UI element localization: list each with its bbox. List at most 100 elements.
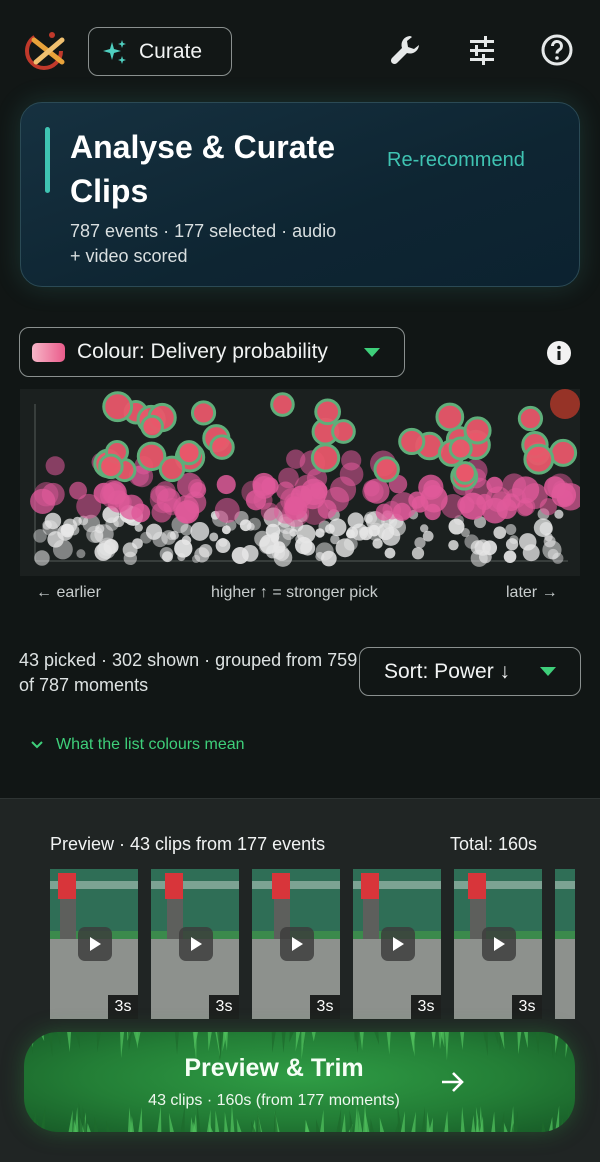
moment-dot[interactable] [162, 551, 173, 563]
picked-dot[interactable] [453, 461, 477, 485]
picked-dot[interactable] [331, 419, 356, 444]
moment-dot[interactable] [239, 519, 252, 532]
clip-thumbnail[interactable]: 3s [50, 869, 138, 1019]
picked-dot[interactable] [373, 456, 400, 483]
moment-dot[interactable] [34, 482, 59, 507]
help-icon[interactable] [537, 30, 577, 70]
play-icon[interactable] [179, 927, 213, 961]
moment-dot[interactable] [420, 524, 429, 533]
moment-scatter-plot[interactable] [20, 389, 580, 576]
moment-dot[interactable] [503, 550, 517, 563]
picked-dot[interactable] [190, 400, 217, 426]
clip-thumbnail[interactable]: 3s [151, 869, 239, 1019]
moment-dot[interactable] [173, 495, 199, 522]
moment-dot[interactable] [34, 550, 50, 566]
moment-dot[interactable] [177, 552, 186, 562]
moment-dot[interactable] [152, 531, 168, 548]
preview-trim-button[interactable]: Preview & Trim 43 clips · 160s (from 177… [24, 1032, 575, 1132]
moment-dot[interactable] [556, 489, 574, 506]
re-recommend-button[interactable]: Re-recommend [387, 149, 525, 172]
clip-thumbnail[interactable] [555, 869, 575, 1019]
picked-dot[interactable] [310, 443, 341, 473]
moment-dot[interactable] [347, 512, 364, 529]
sort-dropdown[interactable]: Sort: Power ↓ [359, 647, 581, 696]
moment-dot[interactable] [191, 554, 201, 564]
moment-dot[interactable] [216, 474, 236, 495]
play-icon[interactable] [78, 927, 112, 961]
moment-dot[interactable] [478, 550, 492, 564]
picked-dot[interactable] [523, 443, 555, 475]
clip-thumbnail[interactable]: 3s [252, 869, 340, 1019]
moment-dot[interactable] [335, 538, 355, 558]
moment-dot[interactable] [390, 492, 418, 520]
picked-dot[interactable] [435, 402, 465, 432]
moment-dot[interactable] [448, 518, 465, 535]
moment-dot[interactable] [505, 538, 519, 551]
moment-dot[interactable] [214, 497, 240, 523]
picked-dot[interactable] [463, 416, 492, 445]
moment-dot[interactable] [122, 542, 138, 558]
moment-dot[interactable] [512, 476, 540, 504]
sliders-icon[interactable] [462, 30, 502, 70]
moment-dot[interactable] [167, 531, 176, 541]
moment-dot[interactable] [505, 524, 517, 535]
moment-dot[interactable] [328, 518, 347, 537]
moment-dot[interactable] [384, 547, 396, 559]
list-colours-toggle[interactable]: What the list colours mean [30, 736, 245, 754]
moment-dot[interactable] [315, 551, 325, 561]
moment-dot[interactable] [198, 544, 213, 558]
moment-dot[interactable] [418, 474, 444, 500]
moment-dot[interactable] [372, 538, 383, 549]
moment-dot[interactable] [282, 527, 295, 541]
picked-dot[interactable] [549, 438, 578, 467]
picked-dot[interactable] [448, 436, 473, 461]
moment-dot[interactable] [52, 539, 73, 560]
clip-thumbnail[interactable]: 3s [454, 869, 542, 1019]
picked-dot[interactable] [98, 453, 124, 480]
moment-dot[interactable] [100, 482, 126, 509]
moment-dot[interactable] [339, 462, 364, 487]
moment-dot[interactable] [533, 518, 553, 537]
curate-button[interactable]: Curate [88, 27, 232, 76]
wrench-icon[interactable] [386, 30, 426, 70]
moment-dot[interactable] [245, 489, 267, 511]
moment-dot[interactable] [190, 482, 207, 499]
moment-dot[interactable] [190, 521, 210, 541]
moment-dot[interactable] [448, 539, 459, 551]
info-icon[interactable] [546, 340, 572, 366]
moment-dot[interactable] [278, 467, 299, 489]
moment-dot[interactable] [388, 518, 407, 537]
moment-dot[interactable] [76, 549, 86, 559]
picked-dot[interactable] [158, 455, 186, 483]
moment-dot[interactable] [273, 499, 298, 524]
picked-dot[interactable] [314, 398, 342, 426]
moment-dot[interactable] [375, 503, 393, 521]
moment-dot[interactable] [411, 547, 425, 560]
moment-dot[interactable] [76, 493, 102, 519]
moment-dot[interactable] [94, 543, 113, 561]
moment-dot[interactable] [181, 535, 192, 546]
colour-dropdown[interactable]: Colour: Delivery probability [19, 327, 405, 377]
play-icon[interactable] [280, 927, 314, 961]
moment-dot[interactable] [241, 544, 259, 562]
play-icon[interactable] [482, 927, 516, 961]
picked-dot[interactable] [102, 391, 134, 423]
clip-thumbnail[interactable]: 3s [353, 869, 441, 1019]
moment-dot[interactable] [45, 456, 65, 476]
picked-dot[interactable] [140, 414, 164, 439]
moment-dot[interactable] [552, 552, 564, 564]
moment-dot[interactable] [215, 538, 231, 554]
moment-dot[interactable] [72, 516, 82, 526]
moment-dot[interactable] [493, 526, 507, 539]
clip-thumbnail-strip[interactable]: 3s 3s 3s 3s 3s [50, 869, 575, 1019]
moment-dot[interactable] [134, 523, 143, 532]
moment-dot[interactable] [113, 515, 125, 528]
picked-dot[interactable] [209, 434, 235, 460]
picked-dot[interactable] [517, 405, 544, 432]
moment-dot[interactable] [42, 520, 52, 530]
moment-dot[interactable] [550, 389, 580, 419]
moment-dot[interactable] [300, 540, 316, 556]
moment-dot[interactable] [519, 533, 537, 551]
picked-dot[interactable] [398, 427, 426, 456]
logo-icon[interactable] [22, 28, 68, 74]
